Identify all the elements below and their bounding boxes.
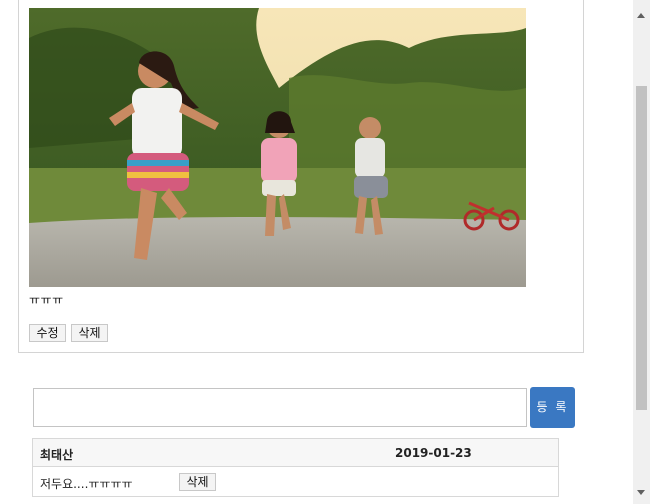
- submit-comment-button[interactable]: 등 록: [530, 387, 575, 428]
- post-text: ㅠㅠㅠ: [29, 293, 64, 307]
- comment-author: 최태산: [40, 448, 74, 462]
- comment-delete-button[interactable]: 삭제: [179, 473, 216, 491]
- comment-body: 저두요....ㅠㅠㅠㅠ: [40, 477, 133, 491]
- vertical-scrollbar[interactable]: [633, 0, 650, 504]
- comment-header-row: 최태산 2019-01-23: [33, 439, 558, 467]
- comment-input[interactable]: [33, 388, 527, 427]
- comment-list: 최태산 2019-01-23 저두요....ㅠㅠㅠㅠ 삭제: [32, 438, 559, 497]
- scroll-thumb[interactable]: [636, 86, 647, 410]
- scroll-down-icon[interactable]: [637, 490, 645, 495]
- comment-date: 2019-01-23: [395, 446, 472, 460]
- edit-button[interactable]: 수정: [29, 324, 66, 342]
- scroll-up-icon[interactable]: [637, 13, 645, 18]
- post-photo: [29, 8, 526, 287]
- delete-button[interactable]: 삭제: [71, 324, 108, 342]
